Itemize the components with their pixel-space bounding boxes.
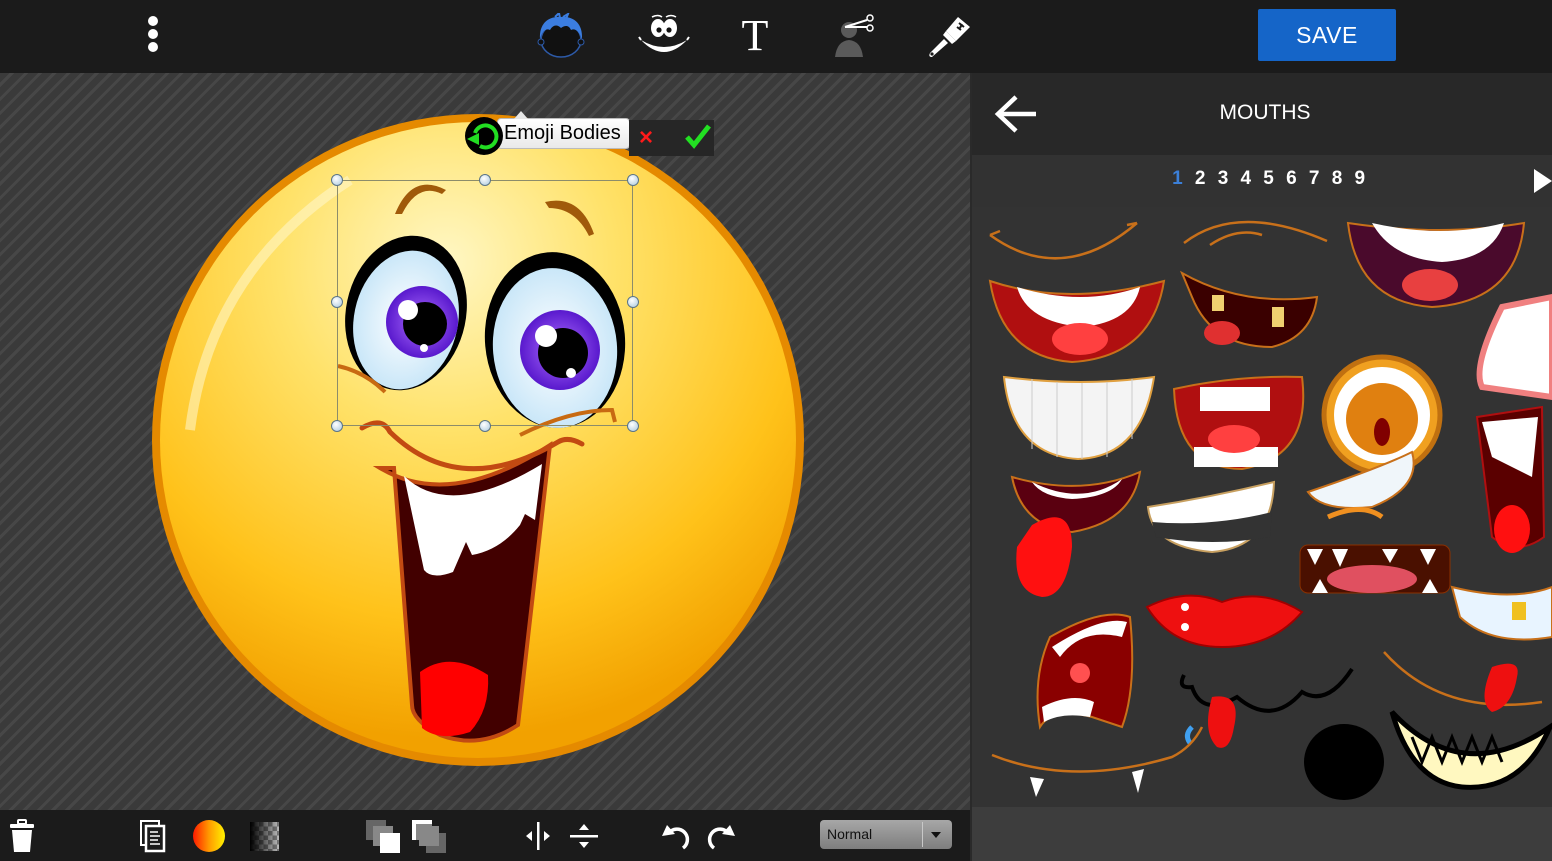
rotate-icon bbox=[467, 123, 499, 150]
mouth-gallery bbox=[972, 207, 1552, 807]
delete-button[interactable] bbox=[8, 818, 36, 854]
flip-vertical-button[interactable] bbox=[568, 818, 600, 854]
mouth-item-golden-ring-mouth[interactable] bbox=[1321, 354, 1443, 476]
mouth-item-purple-open-smile[interactable] bbox=[1346, 221, 1526, 309]
page-5-link[interactable]: 5 bbox=[1257, 168, 1280, 190]
arrow-left-icon bbox=[994, 95, 1036, 133]
save-button[interactable]: SAVE bbox=[1258, 9, 1396, 61]
paintbrush-icon bbox=[929, 17, 970, 57]
chevron-down-icon bbox=[931, 832, 941, 838]
mouth-item-tongue-smile[interactable] bbox=[1383, 651, 1543, 712]
page-3-link[interactable]: 3 bbox=[1212, 168, 1235, 190]
top-toolbar: T SAVE bbox=[0, 0, 1552, 73]
hair-tool-button[interactable] bbox=[533, 10, 589, 62]
send-backward-button[interactable] bbox=[410, 818, 448, 854]
mouth-item-vampire-smile[interactable] bbox=[991, 726, 1204, 797]
paint-tool-button[interactable] bbox=[920, 10, 976, 62]
color-button[interactable] bbox=[192, 818, 226, 854]
mouth-item-tongue-out[interactable] bbox=[1010, 470, 1142, 597]
mouth-item-black-o-mouth[interactable] bbox=[1304, 724, 1384, 800]
redo-button[interactable] bbox=[703, 818, 737, 854]
blend-mode-value: Normal bbox=[827, 826, 873, 842]
undo-button[interactable] bbox=[660, 818, 694, 854]
mouth-item-fanged-maw[interactable] bbox=[1299, 544, 1451, 594]
cancel-edit-button[interactable]: × bbox=[639, 124, 653, 152]
layer-tooltip: Emoji Bodies bbox=[497, 111, 630, 149]
mouth-item-screaming-mouth[interactable] bbox=[1172, 375, 1305, 471]
resize-handle-top-left[interactable] bbox=[331, 174, 343, 186]
emoji-artwork[interactable] bbox=[150, 110, 810, 770]
rotate-button[interactable] bbox=[465, 117, 503, 155]
page-8-link[interactable]: 8 bbox=[1326, 168, 1349, 190]
page-6-link[interactable]: 6 bbox=[1280, 168, 1303, 190]
bring-forward-button[interactable] bbox=[364, 818, 402, 854]
bottom-toolbar: Normal bbox=[0, 810, 970, 861]
panel-header: MOUTHS bbox=[972, 73, 1552, 155]
redo-icon bbox=[707, 825, 735, 850]
play-next-icon[interactable] bbox=[1534, 169, 1552, 193]
pagination: 123456789 bbox=[972, 155, 1552, 207]
mouth-item-smile-line[interactable] bbox=[989, 221, 1138, 260]
mouths-panel: MOUTHS 123456789 bbox=[972, 73, 1552, 861]
face-tool-button[interactable] bbox=[636, 10, 692, 62]
resize-handle-top[interactable] bbox=[479, 174, 491, 186]
resize-handle-bottom[interactable] bbox=[479, 420, 491, 432]
resize-handle-bottom-right[interactable] bbox=[627, 420, 639, 432]
flip-vertical-icon bbox=[570, 824, 598, 848]
mouth-item-teeth-gritted[interactable] bbox=[1146, 480, 1276, 554]
mouth-item-tongue-laugh[interactable] bbox=[1475, 405, 1546, 553]
opacity-button[interactable] bbox=[248, 818, 280, 854]
undo-icon bbox=[662, 825, 690, 850]
page-9-link[interactable]: 9 bbox=[1348, 168, 1371, 190]
mouth-item-red-lips[interactable] bbox=[1145, 594, 1304, 649]
page-2-link[interactable]: 2 bbox=[1189, 168, 1212, 190]
hair-icon bbox=[537, 13, 585, 58]
bring-front-icon bbox=[366, 820, 400, 853]
duplicate-button[interactable] bbox=[138, 818, 168, 854]
text-tool-button[interactable]: T bbox=[727, 10, 783, 62]
blend-mode-select[interactable]: Normal bbox=[820, 820, 952, 849]
resize-handle-top-right[interactable] bbox=[627, 174, 639, 186]
resize-handle-right[interactable] bbox=[627, 296, 639, 308]
back-button[interactable] bbox=[992, 91, 1042, 137]
transparency-icon bbox=[249, 821, 279, 851]
mouth-item-white-grin[interactable] bbox=[1002, 375, 1156, 461]
flip-horizontal-icon bbox=[526, 822, 550, 850]
page-4-link[interactable]: 4 bbox=[1234, 168, 1257, 190]
text-icon: T bbox=[741, 11, 769, 60]
color-gradient-icon bbox=[193, 820, 225, 852]
cutout-icon bbox=[835, 14, 874, 57]
resize-handle-left[interactable] bbox=[331, 296, 343, 308]
copy-icon bbox=[140, 820, 166, 853]
cutout-tool-button[interactable] bbox=[824, 10, 880, 62]
mouth-item-wide-smile-line[interactable] bbox=[1183, 220, 1328, 247]
panel-footer bbox=[972, 807, 1552, 861]
panel-title: MOUTHS bbox=[1219, 101, 1311, 124]
trash-icon bbox=[10, 819, 34, 852]
resize-handle-bottom-left[interactable] bbox=[331, 420, 343, 432]
confirm-bar: × bbox=[629, 120, 714, 156]
page-1-link[interactable]: 1 bbox=[1166, 168, 1189, 190]
mouth-item-toothy-evil-grin[interactable] bbox=[1389, 710, 1552, 790]
face-icon bbox=[638, 14, 690, 52]
mouth-item-shocked-mouth[interactable] bbox=[1036, 613, 1134, 730]
more-vertical-icon[interactable] bbox=[140, 14, 166, 58]
mouth-item-red-open-smile[interactable] bbox=[988, 279, 1166, 364]
send-back-icon bbox=[412, 820, 446, 853]
page-7-link[interactable]: 7 bbox=[1303, 168, 1326, 190]
mouth-item-crooked-teeth[interactable] bbox=[1179, 270, 1319, 349]
flip-horizontal-button[interactable] bbox=[522, 818, 554, 854]
check-icon[interactable] bbox=[684, 122, 712, 150]
mouth-item-grin-partial[interactable] bbox=[1476, 293, 1552, 401]
select-divider bbox=[922, 822, 923, 847]
mouth-item-gold-tooth-grin[interactable] bbox=[1450, 585, 1552, 641]
